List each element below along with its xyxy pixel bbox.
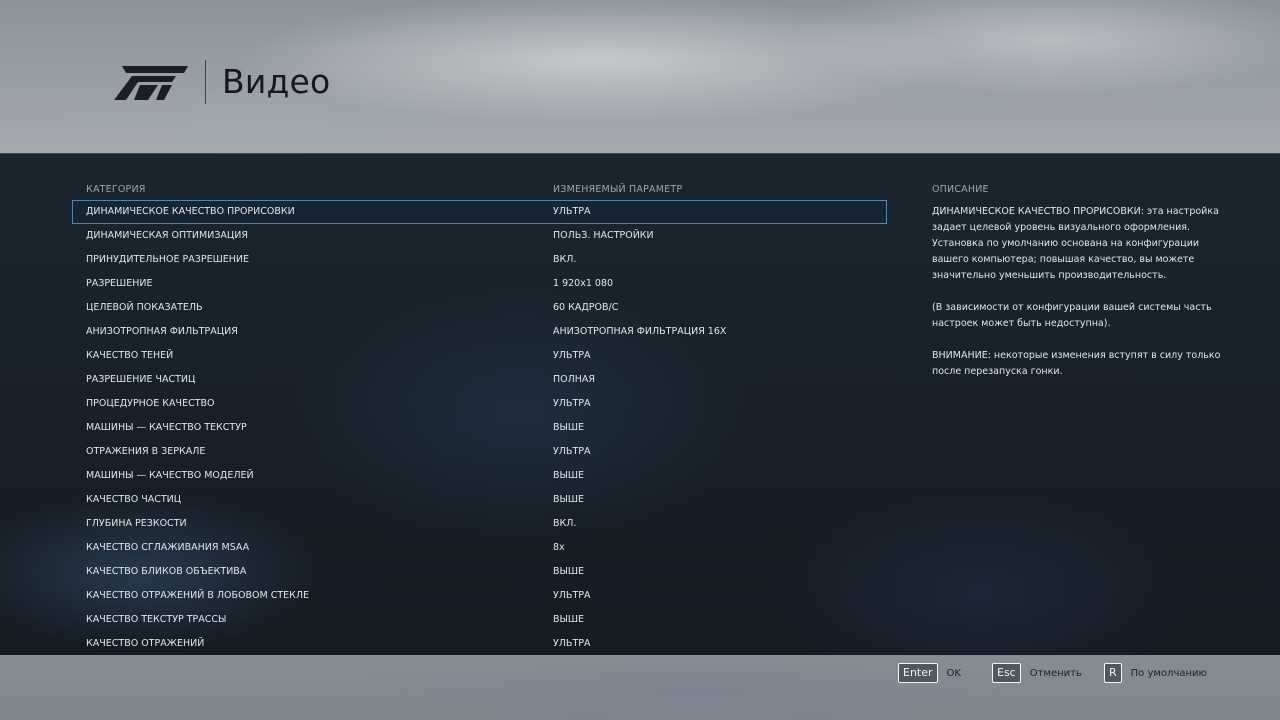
header-divider [205,60,206,104]
settings-panel: КАТЕГОРИЯ ИЗМЕНЯЕМЫЙ ПАРАМЕТР ОПИСАНИЕ Д… [0,153,1280,655]
setting-row[interactable]: КАЧЕСТВО СГЛАЖИВАНИЯ MSAA 8x [72,536,887,560]
ok-button[interactable]: Enter OK [898,662,961,684]
setting-label: КАЧЕСТВО ЧАСТИЦ [86,494,182,505]
setting-row[interactable]: ПРОЦЕДУРНОЕ КАЧЕСТВО УЛЬТРА [72,392,887,416]
setting-label: КАЧЕСТВО СГЛАЖИВАНИЯ MSAA [86,542,250,553]
setting-value[interactable]: ВЫШЕ [553,609,584,631]
cancel-button[interactable]: Esc Отменить [992,662,1082,684]
setting-row[interactable]: КАЧЕСТВО ТЕНЕЙ УЛЬТРА [72,344,887,368]
setting-row[interactable]: АНИЗОТРОПНАЯ ФИЛЬТРАЦИЯ АНИЗОТРОПНАЯ ФИЛЬ… [72,320,887,344]
setting-row[interactable]: ГЛУБИНА РЕЗКОСТИ ВКЛ. [72,512,887,536]
esc-key-icon: Esc [992,663,1021,683]
setting-label: КАЧЕСТВО БЛИКОВ ОБЪЕКТИВА [86,566,247,577]
settings-list: ДИНАМИЧЕСКОЕ КАЧЕСТВО ПРОРИСОВКИ УЛЬТРА ДИ… [72,200,887,656]
setting-label: ГЛУБИНА РЕЗКОСТИ [86,518,187,529]
forza-logo-icon [114,66,188,100]
setting-value[interactable]: 8x [553,537,565,559]
description-paragraph-warning: ВНИМАНИЕ: некоторые изменения вступят в … [932,350,1221,377]
setting-row[interactable]: КАЧЕСТВО ОТРАЖЕНИЙ УЛЬТРА [72,632,887,656]
enter-key-icon: Enter [898,663,938,683]
setting-label: АНИЗОТРОПНАЯ ФИЛЬТРАЦИЯ [86,326,238,337]
setting-row[interactable]: РАЗРЕШЕНИЕ 1 920x1 080 [72,272,887,296]
setting-label: ДИНАМИЧЕСКАЯ ОПТИМИЗАЦИЯ [86,230,248,241]
setting-row[interactable]: МАШИНЫ — КАЧЕСТВО ТЕКСТУР ВЫШЕ [72,416,887,440]
setting-row[interactable]: ДИНАМИЧЕСКОЕ КАЧЕСТВО ПРОРИСОВКИ УЛЬТРА [72,200,887,224]
setting-value[interactable]: УЛЬТРА [553,585,590,607]
description-paragraph-availability: (В зависимости от конфигурации вашей сис… [932,302,1212,329]
setting-label: ДИНАМИЧЕСКОЕ КАЧЕСТВО ПРОРИСОВКИ [86,206,295,217]
setting-value[interactable]: УЛЬТРА [553,201,590,223]
setting-row[interactable]: КАЧЕСТВО БЛИКОВ ОБЪЕКТИВА ВЫШЕ [72,560,887,584]
setting-label: МАШИНЫ — КАЧЕСТВО ТЕКСТУР [86,422,247,433]
reset-defaults-label: По умолчанию [1130,667,1207,679]
video-settings-screen: Видео КАТЕГОРИЯ ИЗМЕНЯЕМЫЙ ПАРАМЕТР ОПИС… [0,0,1280,720]
setting-label: МАШИНЫ — КАЧЕСТВО МОДЕЛЕЙ [86,470,254,481]
setting-row[interactable]: ПРИНУДИТЕЛЬНОЕ РАЗРЕШЕНИЕ ВКЛ. [72,248,887,272]
setting-label: КАЧЕСТВО ТЕНЕЙ [86,350,174,361]
ok-label: OK [946,667,961,679]
setting-label: ЦЕЛЕВОЙ ПОКАЗАТЕЛЬ [86,302,203,313]
setting-value[interactable]: ПОЛНАЯ [553,369,595,391]
setting-label: ОТРАЖЕНИЯ В ЗЕРКАЛЕ [86,446,206,457]
setting-value[interactable]: 1 920x1 080 [553,273,613,295]
setting-label: РАЗРЕШЕНИЕ ЧАСТИЦ [86,374,196,385]
setting-label: КАЧЕСТВО ТЕКСТУР ТРАССЫ [86,614,227,625]
setting-row[interactable]: РАЗРЕШЕНИЕ ЧАСТИЦ ПОЛНАЯ [72,368,887,392]
setting-row[interactable]: ЦЕЛЕВОЙ ПОКАЗАТЕЛЬ 60 КАДРОВ/С [72,296,887,320]
setting-row[interactable]: КАЧЕСТВО ТЕКСТУР ТРАССЫ ВЫШЕ [72,608,887,632]
setting-label: ПРИНУДИТЕЛЬНОЕ РАЗРЕШЕНИЕ [86,254,250,265]
setting-row[interactable]: МАШИНЫ — КАЧЕСТВО МОДЕЛЕЙ ВЫШЕ [72,464,887,488]
setting-value[interactable]: ВЫШЕ [553,465,584,487]
setting-label: КАЧЕСТВО ОТРАЖЕНИЙ В ЛОБОВОМ СТЕКЛЕ [86,590,310,601]
setting-value[interactable]: 60 КАДРОВ/С [553,297,618,319]
setting-row[interactable]: ОТРАЖЕНИЯ В ЗЕРКАЛЕ УЛЬТРА [72,440,887,464]
setting-row[interactable]: КАЧЕСТВО ОТРАЖЕНИЙ В ЛОБОВОМ СТЕКЛЕ УЛЬТР… [72,584,887,608]
setting-label: КАЧЕСТВО ОТРАЖЕНИЙ [86,638,205,649]
column-header-parameter: ИЗМЕНЯЕМЫЙ ПАРАМЕТР [553,184,683,195]
footer-hints: Enter OK Esc Отменить R По умолчанию [0,654,1280,720]
setting-value[interactable]: ВКЛ. [553,513,576,535]
cancel-label: Отменить [1029,667,1082,679]
setting-value[interactable]: ПОЛЬЗ. НАСТРОЙКИ [553,225,654,247]
description-text: ДИНАМИЧЕСКОЕ КАЧЕСТВО ПРОРИСОВКИ: эта на… [932,204,1222,396]
setting-value[interactable]: ВЫШЕ [553,417,584,439]
column-header-category: КАТЕГОРИЯ [86,184,146,195]
page-title: Видео [222,62,331,101]
r-key-icon: R [1104,663,1122,683]
column-header-description: ОПИСАНИЕ [932,184,989,195]
setting-value[interactable]: УЛЬТРА [553,345,590,367]
description-paragraph-main: ДИНАМИЧЕСКОЕ КАЧЕСТВО ПРОРИСОВКИ: эта на… [932,206,1219,281]
setting-value[interactable]: УЛЬТРА [553,441,590,463]
setting-label: ПРОЦЕДУРНОЕ КАЧЕСТВО [86,398,215,409]
setting-row[interactable]: ДИНАМИЧЕСКАЯ ОПТИМИЗАЦИЯ ПОЛЬЗ. НАСТРОЙКИ [72,224,887,248]
setting-value[interactable]: АНИЗОТРОПНАЯ ФИЛЬТРАЦИЯ 16X [553,321,726,343]
setting-value[interactable]: УЛЬТРА [553,633,590,655]
reset-defaults-button[interactable]: R По умолчанию [1104,662,1207,684]
header: Видео [0,0,1280,153]
setting-value[interactable]: ВЫШЕ [553,489,584,511]
setting-label: РАЗРЕШЕНИЕ [86,278,153,289]
setting-value[interactable]: ВКЛ. [553,249,576,271]
setting-row[interactable]: КАЧЕСТВО ЧАСТИЦ ВЫШЕ [72,488,887,512]
setting-value[interactable]: УЛЬТРА [553,393,590,415]
setting-value[interactable]: ВЫШЕ [553,561,584,583]
